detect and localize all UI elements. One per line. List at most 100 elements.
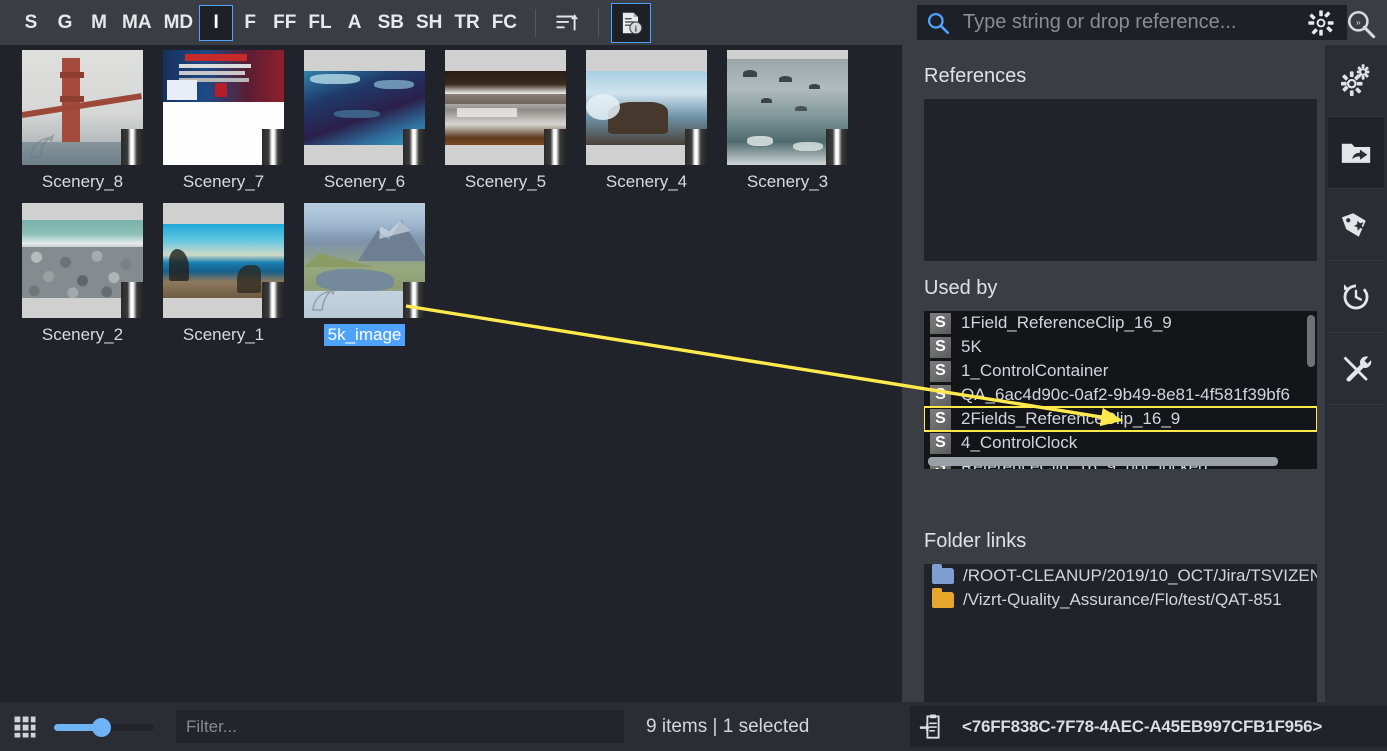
type-tab-s[interactable]: S [14, 5, 48, 41]
thumbnail-item[interactable]: Scenery_6 [294, 50, 435, 193]
thumbnail-label[interactable]: Scenery_8 [38, 171, 127, 193]
document-info-icon[interactable]: i [611, 3, 651, 43]
type-tab-g[interactable]: G [48, 5, 82, 41]
thumbnail-image[interactable] [727, 50, 848, 165]
thumbnail-label[interactable]: Scenery_3 [743, 171, 832, 193]
type-tab-fl[interactable]: FL [302, 5, 337, 41]
grid-view-icon[interactable] [10, 712, 40, 742]
thumbnail-image[interactable] [163, 50, 284, 165]
used-by-list[interactable]: S1Field_ReferenceClip_16_9S5KS1_ControlC… [924, 311, 1317, 469]
thumbnail-browser: Scenery_8 Scenery_7 Scenery_6 Scenery_5 … [0, 45, 902, 702]
used-by-heading: Used by [902, 277, 997, 300]
folder-links-list[interactable]: /ROOT-CLEANUP/2019/10_OCT/Jira/TSVIZEN/V… [924, 564, 1317, 716]
used-by-row[interactable]: S2Fields_ReferenceClip_16_9 [924, 407, 1317, 431]
thumbnail-label[interactable]: Scenery_1 [179, 324, 268, 346]
scene-icon: S [930, 385, 951, 406]
top-toolbar: SGMMAMDIFFFFLASBSHTRFC [0, 0, 1387, 45]
thumbnail-label[interactable]: Scenery_4 [602, 171, 691, 193]
scene-icon: S [930, 409, 951, 430]
used-by-row[interactable]: S 5K [924, 335, 1317, 359]
type-tab-i[interactable]: I [199, 5, 233, 41]
thumbnail-item[interactable]: Scenery_7 [153, 50, 294, 193]
references-heading: References [902, 65, 1026, 88]
sort-ascending-icon[interactable] [548, 4, 586, 42]
item-count-label: 9 items | 1 selected [646, 716, 809, 738]
thumbnail-item[interactable]: Scenery_1 [153, 203, 294, 346]
gear-icon[interactable] [1307, 9, 1335, 37]
reference-status-bar: <76FF838C-7F78-4AEC-A45EB997CFB1F956> [902, 702, 1387, 751]
folder-link-row[interactable]: /Vizrt-Quality_Assurance/Flo/test/QAT-85… [924, 588, 1317, 612]
advanced-search-icon[interactable]: » [1345, 8, 1377, 40]
folder-links-rows: /ROOT-CLEANUP/2019/10_OCT/Jira/TSVIZEN/V… [924, 564, 1317, 612]
thumbnail-image[interactable] [22, 203, 143, 318]
folder-links-heading: Folder links [902, 530, 1026, 553]
gears-icon[interactable] [1328, 45, 1384, 117]
search-placeholder-text: Type string or drop reference... [963, 11, 1236, 34]
tools-icon[interactable] [1328, 333, 1384, 405]
svg-text:»: » [1356, 17, 1361, 27]
folder-link-label: /ROOT-CLEANUP/2019/10_OCT/Jira/TSVIZEN [963, 566, 1317, 586]
thumbnail-image[interactable] [304, 203, 425, 318]
slider-knob[interactable] [92, 718, 111, 737]
type-tab-tr[interactable]: TR [448, 5, 485, 41]
used-by-row[interactable]: S4_ControlClock [924, 431, 1317, 455]
thumbnail-label[interactable]: Scenery_5 [461, 171, 550, 193]
thumbnail-item[interactable]: Scenery_4 [576, 50, 717, 193]
thumbnail-image[interactable] [445, 50, 566, 165]
thumbnail-item[interactable]: 5k_image [294, 203, 435, 346]
thumbnail-media-badge-icon [403, 129, 425, 165]
used-by-rows: S1Field_ReferenceClip_16_9S5KS1_ControlC… [924, 311, 1317, 469]
thumbnail-label[interactable]: Scenery_2 [38, 324, 127, 346]
type-tab-ma[interactable]: MA [116, 5, 158, 41]
scene-icon: S [930, 361, 951, 382]
type-tab-sb[interactable]: SB [372, 5, 410, 41]
search-input[interactable]: Type string or drop reference... [917, 5, 1347, 40]
thumbnail-media-badge-icon [262, 282, 284, 318]
used-by-horizontal-scrollbar[interactable] [928, 457, 1278, 466]
thumbnail-reference-glyph-icon [28, 133, 58, 161]
thumbnail-label[interactable]: Scenery_6 [320, 171, 409, 193]
scene-icon: S [930, 337, 951, 358]
folder-blue-icon [932, 568, 954, 584]
toolbar-divider-1 [535, 9, 536, 37]
type-tab-md[interactable]: MD [158, 5, 200, 41]
paste-reference-icon [918, 712, 948, 742]
folder-share-icon[interactable] [1328, 117, 1384, 189]
references-list[interactable] [924, 99, 1317, 261]
used-by-row-label: 5K [961, 337, 982, 357]
metadata-side-panel: References Used by S1Field_ReferenceClip… [902, 45, 1325, 702]
thumbnail-image[interactable] [163, 203, 284, 318]
right-icon-rail [1325, 45, 1387, 751]
tag-star-icon[interactable] [1328, 189, 1384, 261]
type-tab-a[interactable]: A [338, 5, 372, 41]
used-by-row[interactable]: S1Field_ReferenceClip_16_9 [924, 311, 1317, 335]
history-clock-icon[interactable] [1328, 261, 1384, 333]
type-tab-m[interactable]: M [82, 5, 116, 41]
thumbnail-item[interactable]: Scenery_5 [435, 50, 576, 193]
folder-link-label: /Vizrt-Quality_Assurance/Flo/test/QAT-85… [963, 590, 1282, 610]
thumbnail-item[interactable]: Scenery_8 [12, 50, 153, 193]
thumbnail-image[interactable] [586, 50, 707, 165]
type-tab-f[interactable]: F [233, 5, 267, 41]
thumbnail-size-slider[interactable] [54, 716, 154, 738]
thumbnail-label[interactable]: 5k_image [324, 324, 406, 346]
type-tab-ff[interactable]: FF [267, 5, 302, 41]
filter-input[interactable] [176, 710, 624, 743]
thumbnail-media-badge-icon [262, 129, 284, 165]
thumbnail-media-badge-icon [826, 129, 848, 165]
thumbnail-media-badge-icon [403, 282, 425, 318]
reference-id-chip[interactable]: <76FF838C-7F78-4AEC-A45EB997CFB1F956> [910, 706, 1387, 747]
used-by-vertical-scrollbar[interactable] [1307, 315, 1315, 367]
thumbnail-item[interactable]: Scenery_3 [717, 50, 858, 193]
thumbnail-item[interactable]: Scenery_2 [12, 203, 153, 346]
folder-link-row[interactable]: /ROOT-CLEANUP/2019/10_OCT/Jira/TSVIZEN [924, 564, 1317, 588]
used-by-row[interactable]: SQA_6ac4d90c-0af2-9b49-8e81-4f581f39bf6 [924, 383, 1317, 407]
used-by-row[interactable]: S1_ControlContainer [924, 359, 1317, 383]
thumbnail-image[interactable] [304, 50, 425, 165]
type-tab-fc[interactable]: FC [486, 5, 523, 41]
thumbnail-label[interactable]: Scenery_7 [179, 171, 268, 193]
type-tab-sh[interactable]: SH [410, 5, 448, 41]
thumbnail-image[interactable] [22, 50, 143, 165]
reference-id-text: <76FF838C-7F78-4AEC-A45EB997CFB1F956> [962, 717, 1322, 737]
scene-icon: S [930, 313, 951, 334]
